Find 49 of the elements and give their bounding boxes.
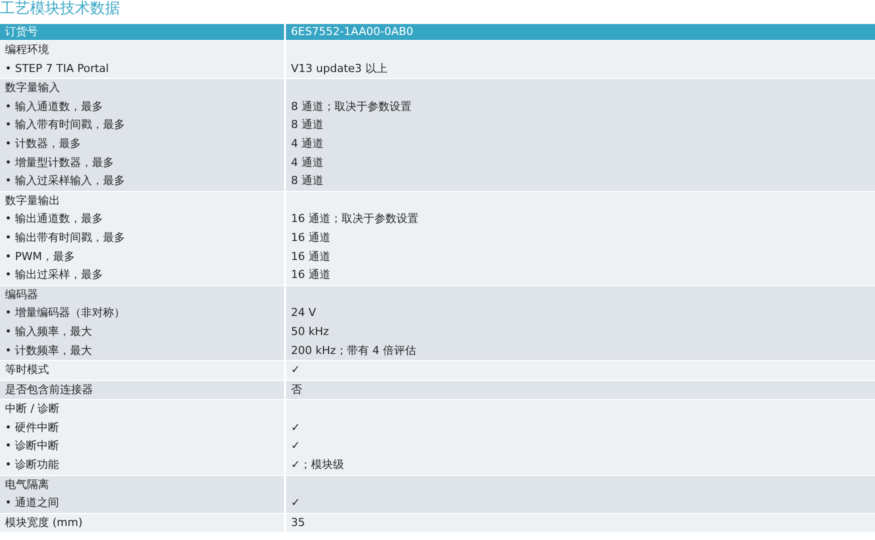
table-cell: ✓ (286, 437, 875, 456)
table-cell: 16 通道；取决于参数设置 (286, 210, 875, 229)
table-cell: 模块宽度 (mm) (0, 514, 284, 532)
table-cell: 16 通道 (286, 266, 875, 285)
table-cell: 等时模式 (0, 361, 284, 380)
table-cell: ✓；模块级 (286, 456, 875, 475)
table-cell: 200 kHz；带有 4 倍评估 (286, 342, 875, 360)
table-cell: 24 V (286, 304, 875, 323)
table-cell: • 输出通道数，最多 (0, 210, 284, 229)
table-cell: • 输入通道数，最多 (0, 98, 284, 116)
table-cell: 中断 / 诊断 (0, 400, 284, 419)
table-cell: 是否包含前连接器 (0, 380, 284, 400)
table-cell: 16 通道 (286, 228, 875, 248)
table-cell: • PWM，最多 (0, 248, 284, 266)
header-cell: 6ES7552-1AA00-0AB0 (286, 24, 875, 40)
table-cell: • 通道之间 (0, 494, 284, 513)
table-cell: • 输入频率，最大 (0, 322, 284, 342)
table-cell: 35 (286, 514, 875, 532)
table-cell: ✓ (286, 361, 875, 380)
table-cell: • 增量型计数器，最多 (0, 154, 284, 172)
table-cell: • 诊断中断 (0, 437, 284, 456)
table-cell: 4 通道 (286, 134, 875, 154)
table-cell: 否 (286, 380, 875, 400)
table-cell: • 输出带有时间戳，最多 (0, 228, 284, 248)
table-cell: • 增量编码器（非对称） (0, 304, 284, 323)
table-cell: • 输入带有时间戳，最多 (0, 116, 284, 135)
table-cell: 电气隔离 (0, 476, 284, 494)
table-cell: 编码器 (0, 286, 284, 304)
table-cell: ✓ (286, 494, 875, 513)
table-cell: 数字量输入 (0, 79, 284, 98)
table-cell: 数字量输出 (0, 192, 284, 210)
table-cell: • 输入过采样输入，最多 (0, 172, 284, 191)
table-cell: 8 通道 (286, 172, 875, 191)
table-cell: • STEP 7 TIA Portal (0, 60, 284, 78)
table-cell: V13 update3 以上 (286, 60, 875, 78)
table-cell: • 诊断功能 (0, 456, 284, 475)
table-cell: • 计数器，最多 (0, 134, 284, 154)
table-cell: 编程环境 (0, 41, 284, 60)
table-cell: • 计数频率，最大 (0, 342, 284, 360)
table-cell: 8 通道 (286, 116, 875, 135)
table-cell: 8 通道；取决于参数设置 (286, 98, 875, 116)
table-cell: ✓ (286, 418, 875, 438)
table-cell: 50 kHz (286, 322, 875, 342)
table-cell: 16 通道 (286, 248, 875, 266)
table-cell: • 硬件中断 (0, 418, 284, 438)
table-cell: • 输出过采样，最多 (0, 266, 284, 285)
page-title: 工艺模块技术数据 (0, 0, 121, 19)
table-cell: 4 通道 (286, 154, 875, 172)
header-cell: 订货号 (0, 24, 284, 40)
